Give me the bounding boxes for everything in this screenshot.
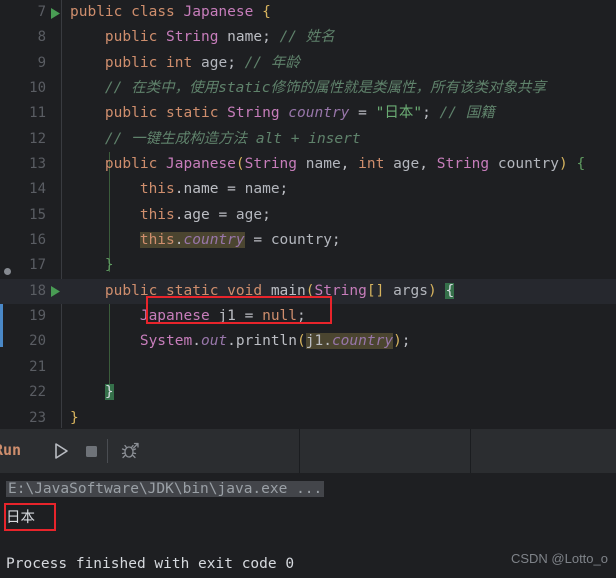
toolbar-section-divider [470, 429, 471, 473]
line-number: 11 [29, 105, 46, 122]
line-number: 15 [29, 206, 46, 223]
code-text: public int age; // 年龄 [104, 54, 300, 71]
console-exit-line: Process finished with exit code 0 [6, 556, 295, 572]
code-line[interactable]: 23 } [0, 406, 616, 429]
line-number: 16 [29, 232, 46, 249]
line-number: 10 [29, 80, 46, 97]
code-line[interactable]: 9 public int age; // 年龄 [0, 51, 616, 76]
code-lines: 7 public class Japanese { 8 public Strin… [0, 0, 616, 428]
code-text: Japanese j1 = null; [139, 308, 306, 325]
console-output-line: 日本 [6, 510, 35, 526]
run-gutter-icon[interactable] [50, 0, 62, 25]
code-text: public String name; // 姓名 [104, 29, 335, 46]
play-icon [55, 443, 68, 459]
run-toolbar: Run [0, 429, 616, 473]
line-number: 18 [29, 282, 46, 299]
code-text: System.out.println(j1.country); [139, 333, 411, 350]
line-number: 23 [29, 409, 46, 426]
rerun-button[interactable] [48, 439, 72, 463]
line-number: 17 [29, 257, 46, 274]
console-output[interactable]: E:\JavaSoftware\JDK\bin\java.exe ... 日本 … [0, 473, 616, 578]
ide-window: 7 public class Japanese { 8 public Strin… [0, 0, 616, 578]
stop-button[interactable] [79, 439, 103, 463]
line-number: 13 [29, 156, 46, 173]
code-text: public static String country = "日本"; // … [104, 105, 495, 122]
toolbar-separator [107, 439, 108, 463]
code-line[interactable]: 20 System.out.println(j1.country); [0, 329, 616, 354]
watermark: CSDN @Lotto_o [510, 551, 608, 566]
code-text: // 在类中，使用static修饰的属性就是类属性，所有该类对象共享 [104, 80, 546, 97]
code-text: this.name = name; [139, 181, 289, 198]
code-line[interactable]: 22 } [0, 380, 616, 405]
code-line[interactable]: 15 this.age = age; [0, 203, 616, 228]
code-line[interactable]: 7 public class Japanese { [0, 0, 616, 25]
run-gutter-icon[interactable] [50, 279, 62, 304]
code-text: this.country = country; [139, 232, 341, 249]
line-number: 19 [29, 308, 46, 325]
code-line[interactable]: 11 public static String country = "日本"; … [0, 101, 616, 126]
code-text: public class Japanese { [70, 4, 271, 20]
run-panel-title: Run [0, 441, 22, 459]
code-line[interactable]: 13 public Japanese(String name, int age,… [0, 152, 616, 177]
code-text: // 一键生成构造方法 alt + insert [104, 130, 361, 147]
toolbar-section-divider [299, 429, 300, 473]
code-line[interactable]: 21 [0, 355, 616, 380]
bug-icon [121, 442, 139, 459]
code-line[interactable]: 14 this.name = name; [0, 177, 616, 202]
line-number: 9 [37, 54, 46, 71]
line-number: 14 [29, 181, 46, 198]
code-line[interactable]: 10 // 在类中，使用static修饰的属性就是类属性，所有该类对象共享 [0, 76, 616, 101]
line-number: 20 [29, 333, 46, 350]
run-tool-window: Run [0, 428, 616, 578]
code-text: } [70, 409, 79, 426]
code-text: public Japanese(String name, int age, St… [104, 156, 586, 173]
stop-icon [86, 446, 97, 457]
code-line[interactable]: 19 Japanese j1 = null; [0, 304, 616, 329]
code-text: } [104, 384, 114, 401]
line-number: 7 [37, 4, 46, 20]
code-line[interactable]: 12 // 一键生成构造方法 alt + insert [0, 127, 616, 152]
code-text: } [104, 257, 114, 274]
code-line-current[interactable]: 18 public static void main(String[] args… [0, 278, 616, 305]
debug-button[interactable] [118, 439, 142, 463]
code-text: this.age = age; [139, 206, 271, 223]
line-number: 21 [29, 358, 46, 375]
code-line[interactable]: 8 public String name; // 姓名 [0, 25, 616, 50]
line-number: 8 [37, 29, 46, 46]
console-command-line: E:\JavaSoftware\JDK\bin\java.exe ... [6, 481, 325, 497]
code-line[interactable]: 16 this.country = country; [0, 228, 616, 253]
code-text: public static void main(String[] args) { [104, 282, 455, 299]
code-editor[interactable]: 7 public class Japanese { 8 public Strin… [0, 0, 616, 428]
line-number: 22 [29, 384, 46, 401]
code-line[interactable]: 17 } [0, 253, 616, 278]
line-number: 12 [29, 130, 46, 147]
